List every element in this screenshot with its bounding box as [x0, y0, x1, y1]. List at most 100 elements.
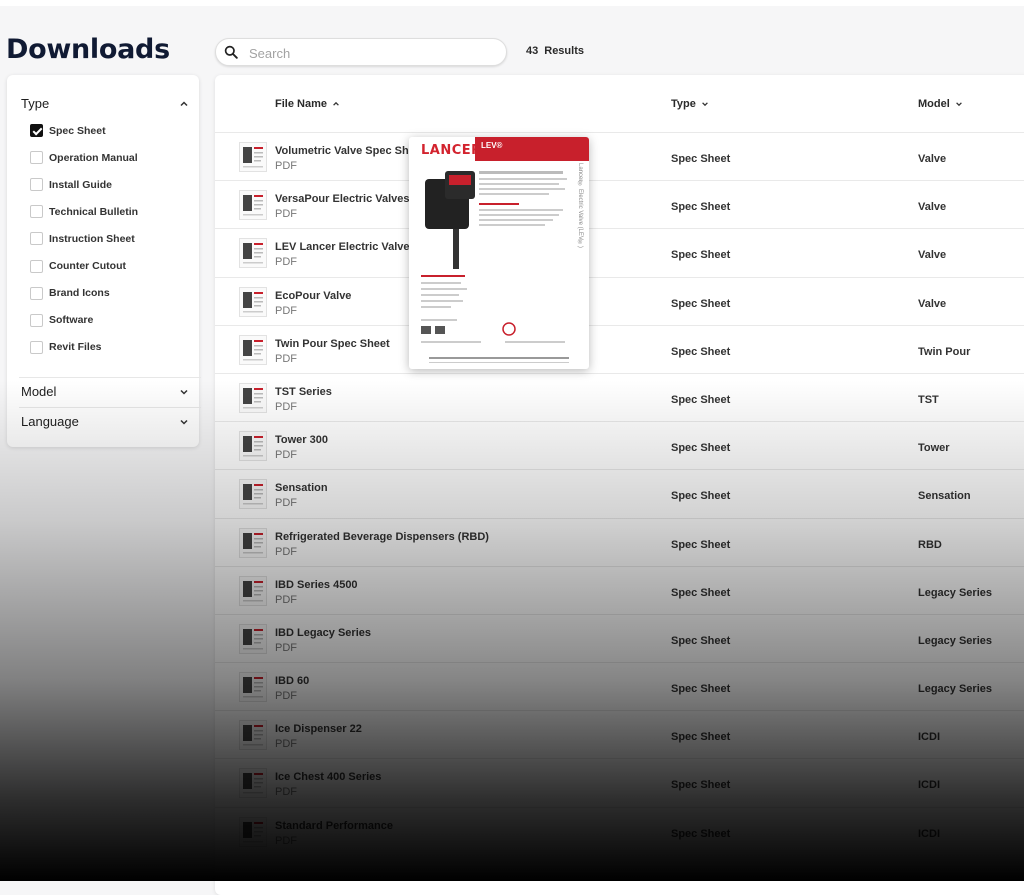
document-thumbnail-icon[interactable]	[239, 286, 267, 317]
file-name[interactable]: Sensation	[275, 482, 328, 494]
file-type: PDF	[275, 497, 297, 510]
file-type: PDF	[275, 208, 297, 221]
filter-language-heading[interactable]: Language	[21, 414, 79, 429]
file-name[interactable]: Tower 300	[275, 434, 328, 446]
checkbox[interactable]	[30, 178, 43, 192]
file-type: PDF	[275, 352, 297, 365]
file-name[interactable]: LEV Lancer Electric Valve	[275, 241, 410, 253]
file-name[interactable]: Ice Chest 400 Series	[275, 771, 381, 783]
file-name[interactable]: Standard Performance	[275, 820, 393, 832]
table-row[interactable]: Refrigerated Beverage Dispensers (RBD) PD…	[215, 517, 1024, 566]
filter-model-heading[interactable]: Model	[21, 384, 56, 399]
type-cell: Spec Sheet	[671, 442, 731, 455]
document-thumbnail-icon[interactable]	[239, 527, 267, 558]
filter-option[interactable]: Revit Files	[30, 340, 102, 355]
checkbox[interactable]	[30, 340, 43, 354]
sort-ascending-icon[interactable]	[332, 100, 340, 108]
file-type: PDF	[275, 738, 297, 751]
file-name[interactable]: Refrigerated Beverage Dispensers (RBD)	[275, 531, 489, 543]
checkbox[interactable]	[30, 313, 43, 327]
table-row[interactable]: VersaPour Electric Valves PDF Spec Sheet Va…	[215, 180, 1024, 228]
filter-option[interactable]: Counter Cutout	[30, 259, 126, 274]
file-name[interactable]: IBD Series 4500	[275, 579, 358, 591]
table-row[interactable]: TST Series PDF Spec Sheet TST	[215, 372, 1024, 421]
chevron-down-icon[interactable]	[179, 417, 189, 427]
type-cell: Spec Sheet	[671, 201, 731, 214]
table-row[interactable]: IBD 60 PDF Spec Sheet Legacy Series	[215, 662, 1024, 710]
table-row[interactable]: IBD Legacy Series PDF Spec Sheet Legacy Ser…	[215, 613, 1024, 662]
document-thumbnail-icon[interactable]	[239, 672, 267, 703]
chevron-down-icon[interactable]	[955, 100, 963, 108]
table-row[interactable]: Volumetric Valve Spec Sheet PDF Spec Sheet…	[215, 132, 1024, 180]
file-type: PDF	[275, 690, 297, 703]
file-name[interactable]: IBD Legacy Series	[275, 627, 371, 639]
chevron-down-icon[interactable]	[179, 387, 189, 397]
type-cell: Spec Sheet	[671, 538, 731, 551]
file-type: PDF	[275, 449, 297, 462]
filter-option[interactable]: Software	[30, 313, 93, 328]
document-thumbnail-icon[interactable]	[239, 190, 267, 221]
filter-type-heading[interactable]: Type	[21, 96, 49, 111]
checkbox[interactable]	[30, 151, 43, 165]
document-thumbnail-icon[interactable]	[239, 623, 267, 654]
document-thumbnail-icon[interactable]	[239, 720, 267, 751]
column-header-type[interactable]: Type	[671, 98, 709, 110]
type-cell: Spec Sheet	[671, 827, 731, 840]
document-thumbnail-icon[interactable]	[239, 479, 267, 510]
document-thumbnail-icon[interactable]	[239, 238, 267, 269]
file-name[interactable]: TST Series	[275, 386, 332, 398]
filter-option[interactable]: Technical Bulletin	[30, 204, 138, 219]
document-thumbnail-icon[interactable]	[239, 142, 267, 172]
checkbox[interactable]	[30, 286, 43, 300]
table-row[interactable]: Tower 300 PDF Spec Sheet Tower	[215, 421, 1024, 469]
filter-panel: Type Spec Sheet Operation Manual Install G…	[7, 75, 201, 447]
file-name[interactable]: Volumetric Valve Spec Sheet	[275, 145, 425, 157]
document-thumbnail-icon[interactable]	[239, 768, 267, 799]
checkbox[interactable]	[30, 259, 43, 273]
checkbox[interactable]	[30, 232, 43, 246]
checkbox[interactable]	[30, 205, 43, 219]
table-row[interactable]: Twin Pour Spec Sheet PDF Spec Sheet Twin Po…	[215, 324, 1024, 373]
filter-option-label: Spec Sheet	[49, 124, 106, 137]
document-thumbnail-icon[interactable]	[239, 575, 267, 606]
document-thumbnail-icon[interactable]	[239, 431, 267, 462]
document-thumbnail-icon[interactable]	[239, 334, 267, 365]
type-cell: Spec Sheet	[671, 393, 731, 406]
table-row[interactable]: Sensation PDF Spec Sheet Sensation	[215, 469, 1024, 517]
filter-option[interactable]: Spec Sheet	[30, 123, 106, 138]
chevron-down-icon[interactable]	[701, 100, 709, 108]
search-input[interactable]	[247, 42, 501, 64]
results-count: 43	[526, 45, 539, 57]
divider	[19, 377, 201, 378]
type-cell: Spec Sheet	[671, 731, 731, 744]
document-thumbnail-icon[interactable]	[239, 382, 267, 413]
type-cell: Spec Sheet	[671, 490, 731, 503]
file-name[interactable]: Ice Dispenser 22	[275, 723, 362, 735]
chevron-up-icon[interactable]	[179, 99, 189, 109]
file-name[interactable]: Twin Pour Spec Sheet	[275, 338, 390, 350]
model-cell: Legacy Series	[918, 683, 992, 696]
type-cell: Spec Sheet	[671, 153, 731, 165]
table-row[interactable]: EcoPour Valve PDF Spec Sheet Valve	[215, 276, 1024, 325]
model-cell: ICDI	[918, 779, 940, 792]
table-row[interactable]: Ice Chest 400 Series PDF Spec Sheet ICDI	[215, 758, 1024, 806]
table-row[interactable]: Ice Dispenser 22 PDF Spec Sheet ICDI	[215, 710, 1024, 758]
table-row[interactable]: Standard Performance PDF Spec Sheet ICDI	[215, 806, 1024, 855]
file-type: PDF	[275, 256, 297, 269]
filter-option[interactable]: Instruction Sheet	[30, 231, 135, 246]
column-header-file-name[interactable]: File Name	[275, 98, 340, 110]
table-row[interactable]: LEV Lancer Electric Valve PDF Spec Sheet Va…	[215, 228, 1024, 276]
file-name[interactable]: VersaPour Electric Valves	[275, 193, 410, 205]
filter-option[interactable]: Install Guide	[30, 177, 112, 192]
filter-option[interactable]: Operation Manual	[30, 150, 138, 165]
document-thumbnail-icon[interactable]	[239, 816, 267, 847]
file-type: PDF	[275, 400, 297, 413]
search-icon	[224, 45, 238, 59]
filter-option[interactable]: Brand Icons	[30, 286, 110, 301]
table-row[interactable]: IBD Series 4500 PDF Spec Sheet Legacy Serie…	[215, 565, 1024, 614]
file-name[interactable]: IBD 60	[275, 675, 309, 687]
checkbox[interactable]	[30, 124, 43, 137]
file-name[interactable]: EcoPour Valve	[275, 290, 351, 302]
search-box[interactable]	[215, 38, 507, 66]
column-header-model[interactable]: Model	[918, 98, 963, 110]
